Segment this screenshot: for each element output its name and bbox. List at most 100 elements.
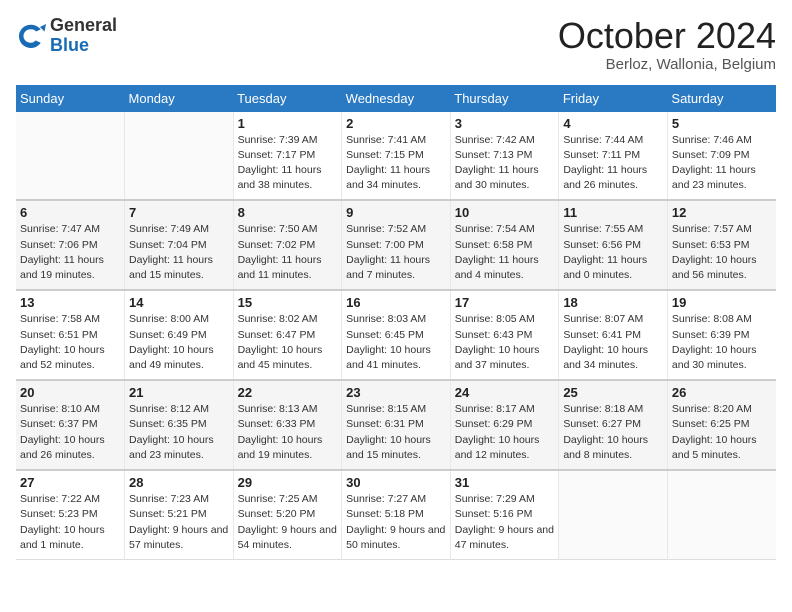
calendar-cell: 6 Sunrise: 7:47 AMSunset: 7:06 PMDaylight…: [16, 200, 125, 290]
day-number: 2: [346, 116, 446, 131]
calendar-cell: 16Sunrise: 8:03 AMSunset: 6:45 PMDayligh…: [342, 290, 451, 380]
calendar-cell: 5Sunrise: 7:46 AMSunset: 7:09 PMDaylight…: [667, 112, 776, 201]
day-number: 25: [563, 385, 663, 400]
day-info: Sunrise: 8:15 AMSunset: 6:31 PMDaylight:…: [346, 402, 446, 463]
calendar-cell: 19 Sunrise: 8:08 AMSunset: 6:39 PMDayligh…: [667, 290, 776, 380]
calendar-week-row: 1 Sunrise: 7:39 AMSunset: 7:17 PMDaylight…: [16, 112, 776, 201]
day-info: Sunrise: 7:50 AMSunset: 7:02 PMDaylight:…: [238, 222, 338, 283]
logo-blue-text: Blue: [50, 35, 89, 55]
calendar-cell: 8 Sunrise: 7:50 AMSunset: 7:02 PMDaylight…: [233, 200, 342, 290]
calendar-cell: 24Sunrise: 8:17 AMSunset: 6:29 PMDayligh…: [450, 380, 559, 470]
day-number: 20: [20, 385, 120, 400]
calendar-cell: 18Sunrise: 8:07 AMSunset: 6:41 PMDayligh…: [559, 290, 668, 380]
logo-icon: [16, 21, 46, 51]
day-number: 9: [346, 205, 446, 220]
day-info: Sunrise: 8:10 AMSunset: 6:37 PMDaylight:…: [20, 402, 120, 463]
calendar-cell: 23 Sunrise: 8:15 AMSunset: 6:31 PMDayligh…: [342, 380, 451, 470]
day-number: 15: [238, 295, 338, 310]
logo-general-text: General: [50, 15, 117, 35]
day-number: 28: [129, 475, 229, 490]
calendar-cell: 20 Sunrise: 8:10 AMSunset: 6:37 PMDayligh…: [16, 380, 125, 470]
day-info: Sunrise: 7:58 AMSunset: 6:51 PMDaylight:…: [20, 312, 120, 373]
calendar-cell: 29 Sunrise: 7:25 AMSunset: 5:20 PMDayligh…: [233, 470, 342, 559]
calendar-cell: [667, 470, 776, 559]
day-number: 12: [672, 205, 772, 220]
day-info: Sunrise: 7:25 AMSunset: 5:20 PMDaylight:…: [238, 492, 338, 553]
weekday-header-tuesday: Tuesday: [233, 85, 342, 112]
day-number: 23: [346, 385, 446, 400]
day-info: Sunrise: 8:18 AMSunset: 6:27 PMDaylight:…: [563, 402, 663, 463]
day-info: Sunrise: 7:44 AMSunset: 7:11 PMDaylight:…: [563, 133, 663, 194]
calendar-cell: 21 Sunrise: 8:12 AMSunset: 6:35 PMDayligh…: [125, 380, 234, 470]
calendar-cell: 3Sunrise: 7:42 AMSunset: 7:13 PMDaylight…: [450, 112, 559, 201]
day-number: 1: [238, 116, 338, 131]
weekday-header-friday: Friday: [559, 85, 668, 112]
day-info: Sunrise: 8:08 AMSunset: 6:39 PMDaylight:…: [672, 312, 772, 373]
day-number: 8: [238, 205, 338, 220]
day-number: 26: [672, 385, 772, 400]
day-info: Sunrise: 8:02 AMSunset: 6:47 PMDaylight:…: [238, 312, 338, 373]
calendar-cell: 10 Sunrise: 7:54 AMSunset: 6:58 PMDayligh…: [450, 200, 559, 290]
title-block: October 2024 Berloz, Wallonia, Belgium: [558, 16, 776, 73]
calendar-cell: 31Sunrise: 7:29 AMSunset: 5:16 PMDayligh…: [450, 470, 559, 559]
day-number: 5: [672, 116, 772, 131]
day-info: Sunrise: 7:57 AMSunset: 6:53 PMDaylight:…: [672, 222, 772, 283]
day-info: Sunrise: 8:03 AMSunset: 6:45 PMDaylight:…: [346, 312, 446, 373]
weekday-header-row: SundayMondayTuesdayWednesdayThursdayFrid…: [16, 85, 776, 112]
day-info: Sunrise: 7:49 AMSunset: 7:04 PMDaylight:…: [129, 222, 229, 283]
day-info: Sunrise: 8:00 AMSunset: 6:49 PMDaylight:…: [129, 312, 229, 373]
day-number: 18: [563, 295, 663, 310]
day-number: 10: [455, 205, 555, 220]
calendar-cell: 1 Sunrise: 7:39 AMSunset: 7:17 PMDaylight…: [233, 112, 342, 201]
calendar-cell: 11Sunrise: 7:55 AMSunset: 6:56 PMDayligh…: [559, 200, 668, 290]
day-number: 30: [346, 475, 446, 490]
calendar-cell: 4 Sunrise: 7:44 AMSunset: 7:11 PMDaylight…: [559, 112, 668, 201]
day-info: Sunrise: 8:12 AMSunset: 6:35 PMDaylight:…: [129, 402, 229, 463]
weekday-header-monday: Monday: [125, 85, 234, 112]
day-number: 17: [455, 295, 555, 310]
day-info: Sunrise: 7:55 AMSunset: 6:56 PMDaylight:…: [563, 222, 663, 283]
calendar-cell: 30 Sunrise: 7:27 AMSunset: 5:18 PMDayligh…: [342, 470, 451, 559]
day-number: 6: [20, 205, 120, 220]
calendar-header: SundayMondayTuesdayWednesdayThursdayFrid…: [16, 85, 776, 112]
calendar-cell: 22Sunrise: 8:13 AMSunset: 6:33 PMDayligh…: [233, 380, 342, 470]
day-info: Sunrise: 8:20 AMSunset: 6:25 PMDaylight:…: [672, 402, 772, 463]
day-info: Sunrise: 7:39 AMSunset: 7:17 PMDaylight:…: [238, 133, 338, 194]
day-number: 19: [672, 295, 772, 310]
day-number: 21: [129, 385, 229, 400]
day-number: 7: [129, 205, 229, 220]
location-subtitle: Berloz, Wallonia, Belgium: [558, 56, 776, 73]
day-info: Sunrise: 7:27 AMSunset: 5:18 PMDaylight:…: [346, 492, 446, 553]
calendar-cell: 7 Sunrise: 7:49 AMSunset: 7:04 PMDaylight…: [125, 200, 234, 290]
day-number: 24: [455, 385, 555, 400]
calendar-week-row: 20 Sunrise: 8:10 AMSunset: 6:37 PMDayligh…: [16, 380, 776, 470]
weekday-header-wednesday: Wednesday: [342, 85, 451, 112]
day-number: 29: [238, 475, 338, 490]
calendar-cell: 14 Sunrise: 8:00 AMSunset: 6:49 PMDayligh…: [125, 290, 234, 380]
day-info: Sunrise: 8:05 AMSunset: 6:43 PMDaylight:…: [455, 312, 555, 373]
calendar-body: 1 Sunrise: 7:39 AMSunset: 7:17 PMDaylight…: [16, 112, 776, 560]
calendar-cell: 15 Sunrise: 8:02 AMSunset: 6:47 PMDayligh…: [233, 290, 342, 380]
day-info: Sunrise: 7:47 AMSunset: 7:06 PMDaylight:…: [20, 222, 120, 283]
calendar-cell: 25 Sunrise: 8:18 AMSunset: 6:27 PMDayligh…: [559, 380, 668, 470]
calendar-week-row: 27Sunrise: 7:22 AMSunset: 5:23 PMDayligh…: [16, 470, 776, 559]
calendar-week-row: 6 Sunrise: 7:47 AMSunset: 7:06 PMDaylight…: [16, 200, 776, 290]
day-info: Sunrise: 8:13 AMSunset: 6:33 PMDaylight:…: [238, 402, 338, 463]
calendar-cell: 28Sunrise: 7:23 AMSunset: 5:21 PMDayligh…: [125, 470, 234, 559]
day-number: 13: [20, 295, 120, 310]
calendar-table: SundayMondayTuesdayWednesdayThursdayFrid…: [16, 85, 776, 560]
day-number: 4: [563, 116, 663, 131]
calendar-cell: 17 Sunrise: 8:05 AMSunset: 6:43 PMDayligh…: [450, 290, 559, 380]
calendar-cell: 26 Sunrise: 8:20 AMSunset: 6:25 PMDayligh…: [667, 380, 776, 470]
day-number: 3: [455, 116, 555, 131]
day-info: Sunrise: 7:29 AMSunset: 5:16 PMDaylight:…: [455, 492, 555, 553]
calendar-cell: 2Sunrise: 7:41 AMSunset: 7:15 PMDaylight…: [342, 112, 451, 201]
day-info: Sunrise: 7:54 AMSunset: 6:58 PMDaylight:…: [455, 222, 555, 283]
day-number: 14: [129, 295, 229, 310]
calendar-cell: [16, 112, 125, 201]
calendar-cell: [125, 112, 234, 201]
calendar-cell: [559, 470, 668, 559]
calendar-cell: 13 Sunrise: 7:58 AMSunset: 6:51 PMDayligh…: [16, 290, 125, 380]
page-header: General Blue October 2024 Berloz, Wallon…: [16, 16, 776, 73]
weekday-header-sunday: Sunday: [16, 85, 125, 112]
